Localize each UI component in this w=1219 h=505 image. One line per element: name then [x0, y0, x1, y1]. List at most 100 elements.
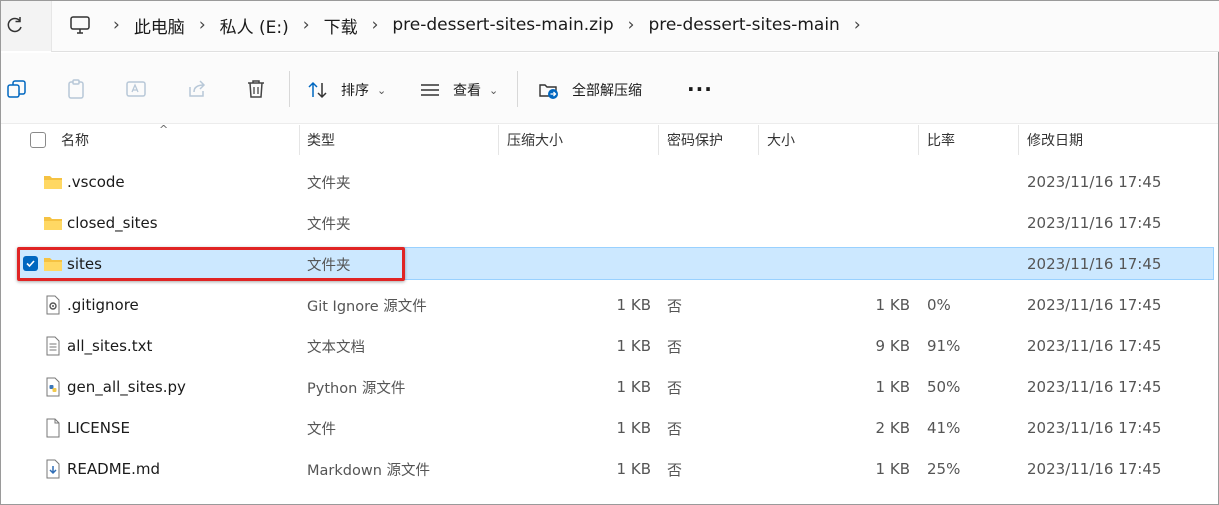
- select-all-checkbox[interactable]: [30, 132, 46, 148]
- file-type: Git Ignore 源文件: [307, 298, 427, 315]
- file-name: LICENSE: [67, 419, 130, 437]
- column-resize-handle[interactable]: [498, 125, 499, 155]
- file-row-gitignore[interactable]: .gitignore Git Ignore 源文件 1 KB 否 1 KB 0%…: [1, 286, 1218, 324]
- file-modified: 2023/11/16 17:45: [1027, 255, 1162, 273]
- column-resize-handle[interactable]: [758, 125, 759, 155]
- file-ratio: 50%: [927, 378, 961, 396]
- file-compressed-size: [501, 204, 651, 242]
- copy-icon[interactable]: [6, 78, 28, 100]
- more-options-icon[interactable]: ···: [687, 77, 713, 101]
- file-row-closed-sites[interactable]: closed_sites 文件夹 2023/11/16 17:45: [1, 204, 1218, 242]
- file-explorer-window: › 此电脑 › 私人 (E:) › 下载 › pre-dessert-sites…: [0, 0, 1219, 505]
- annotation-highlight-box: [17, 247, 405, 281]
- breadcrumb-item-downloads[interactable]: 下载: [324, 13, 358, 38]
- view-button[interactable]: 查看 ⌄: [419, 76, 498, 104]
- file-type: 文件夹: [307, 175, 351, 192]
- column-resize-handle[interactable]: [658, 125, 659, 155]
- chevron-right-icon[interactable]: ›: [614, 15, 649, 35]
- extract-all-label: 全部解压缩: [572, 83, 642, 99]
- file-ratio: 25%: [927, 460, 961, 478]
- file-type: 文件: [307, 421, 336, 438]
- file-compressed-size: 1 KB: [616, 419, 651, 437]
- file-type: Markdown 源文件: [307, 462, 430, 479]
- file-modified: 2023/11/16 17:45: [1027, 419, 1162, 437]
- address-bar-area: › 此电脑 › 私人 (E:) › 下载 › pre-dessert-sites…: [1, 1, 1219, 52]
- file-modified: 2023/11/16 17:45: [1027, 173, 1162, 191]
- delete-icon[interactable]: [245, 78, 267, 100]
- column-header-size[interactable]: 大小: [767, 123, 795, 157]
- file-password: 否: [667, 419, 683, 438]
- breadcrumb-item-drive[interactable]: 私人 (E:): [220, 13, 289, 38]
- file-ratio: 41%: [927, 419, 961, 437]
- column-header: ^ 名称 类型 压缩大小 密码保护 大小 比率 修改日期: [1, 123, 1218, 157]
- file-size: 1 KB: [875, 296, 910, 314]
- file-modified: 2023/11/16 17:45: [1027, 460, 1162, 478]
- sort-icon: [308, 81, 327, 99]
- file-row-license[interactable]: LICENSE 文件 1 KB 否 2 KB 41% 2023/11/16 17…: [1, 409, 1218, 447]
- column-header-type[interactable]: 类型: [307, 123, 335, 157]
- chevron-right-icon[interactable]: ›: [185, 15, 220, 35]
- file-size: [761, 204, 910, 242]
- file-compressed-size: 1 KB: [616, 296, 651, 314]
- file-ratio: 91%: [927, 337, 961, 355]
- text-file-icon: [46, 336, 60, 356]
- chevron-down-icon: ⌄: [377, 83, 387, 97]
- file-name: all_sites.txt: [67, 337, 153, 355]
- computer-icon[interactable]: [69, 14, 91, 36]
- column-header-compressed-size[interactable]: 压缩大小: [507, 123, 563, 157]
- column-resize-handle[interactable]: [918, 125, 919, 155]
- column-resize-handle[interactable]: [1018, 125, 1019, 155]
- breadcrumb-item-zip[interactable]: pre-dessert-sites-main.zip: [392, 15, 613, 35]
- file-modified: 2023/11/16 17:45: [1027, 296, 1162, 314]
- sort-label: 排序: [341, 83, 369, 99]
- breadcrumb-item-this-pc[interactable]: 此电脑: [134, 13, 185, 38]
- file-size: [761, 245, 910, 283]
- file-password: 否: [667, 296, 683, 315]
- column-header-modified[interactable]: 修改日期: [1027, 123, 1083, 157]
- column-resize-handle[interactable]: [299, 125, 300, 155]
- file-size: 2 KB: [875, 419, 910, 437]
- chevron-right-icon[interactable]: ›: [101, 15, 134, 35]
- chevron-right-icon[interactable]: ›: [840, 15, 875, 35]
- toolbar-divider: [517, 71, 518, 107]
- file-ratio: 0%: [927, 296, 951, 314]
- file-password: 否: [667, 337, 683, 356]
- file-size: 9 KB: [875, 337, 910, 355]
- view-label: 查看: [453, 83, 481, 99]
- toolbar-divider: [289, 71, 290, 107]
- chevron-down-icon: ⌄: [489, 83, 499, 97]
- file-row-vscode[interactable]: .vscode 文件夹 2023/11/16 17:45: [1, 163, 1218, 201]
- file-type: 文件夹: [307, 216, 351, 233]
- view-list-icon: [421, 84, 439, 96]
- file-compressed-size: 1 KB: [616, 337, 651, 355]
- file-modified: 2023/11/16 17:45: [1027, 378, 1162, 396]
- file-name: .gitignore: [67, 296, 139, 314]
- file-name: .vscode: [67, 173, 125, 191]
- sort-button[interactable]: 排序 ⌄: [307, 76, 386, 104]
- refresh-icon[interactable]: [5, 15, 25, 35]
- command-bar: 排序 ⌄ 查看 ⌄ 全部解压缩 ···: [1, 53, 1218, 124]
- file-row-all-sites-txt[interactable]: all_sites.txt 文本文档 1 KB 否 9 KB 91% 2023/…: [1, 327, 1218, 365]
- file-size: [761, 163, 910, 201]
- file-compressed-size: [501, 245, 651, 283]
- column-header-password[interactable]: 密码保护: [667, 123, 723, 157]
- file-size: 1 KB: [875, 460, 910, 478]
- file-password: 否: [667, 378, 683, 397]
- chevron-right-icon[interactable]: ›: [289, 15, 324, 35]
- column-header-ratio[interactable]: 比率: [927, 123, 955, 157]
- rename-icon: [126, 81, 146, 97]
- chevron-right-icon[interactable]: ›: [358, 15, 393, 35]
- breadcrumb-item-folder[interactable]: pre-dessert-sites-main: [648, 15, 839, 35]
- file-row-gen-all-sites-py[interactable]: gen_all_sites.py Python 源文件 1 KB 否 1 KB …: [1, 368, 1218, 406]
- column-header-name[interactable]: 名称: [61, 123, 89, 157]
- extract-folder-icon: [539, 84, 558, 99]
- extract-all-button[interactable]: 全部解压缩: [538, 76, 642, 104]
- file-compressed-size: 1 KB: [616, 460, 651, 478]
- paste-icon: [68, 79, 84, 99]
- file-compressed-size: 1 KB: [616, 378, 651, 396]
- folder-icon: [44, 176, 62, 189]
- sort-ascending-icon: ^: [159, 123, 169, 136]
- settings-file-icon: [46, 295, 60, 315]
- file-row-readme-md[interactable]: README.md Markdown 源文件 1 KB 否 1 KB 25% 2…: [1, 450, 1218, 488]
- share-icon: [189, 80, 206, 97]
